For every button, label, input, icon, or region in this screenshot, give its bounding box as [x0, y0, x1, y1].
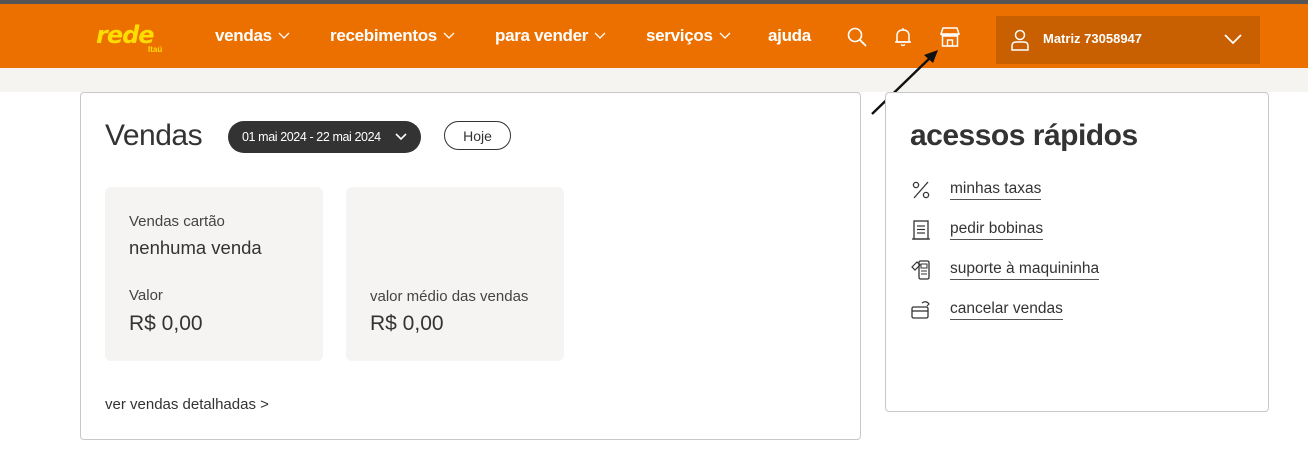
chevron-down-icon — [443, 32, 455, 39]
card-cancel-icon — [911, 301, 930, 319]
quick-access-label: suporte à maquininha — [950, 260, 1100, 280]
nav-vendas[interactable]: vendas — [215, 24, 290, 48]
card-sales-label: Vendas cartão — [129, 213, 225, 230]
user-name: Matriz 73058947 — [1043, 31, 1143, 46]
nav-para-vender-label: para vender — [495, 26, 589, 45]
bell-icon[interactable] — [892, 26, 914, 48]
quick-access-pedir-bobinas[interactable]: pedir bobinas — [910, 217, 1240, 243]
nav-recebimentos-label: recebimentos — [330, 26, 437, 45]
chevron-down-icon — [395, 133, 407, 141]
quick-access-label: cancelar vendas — [950, 300, 1063, 320]
chevron-down-icon — [719, 32, 731, 39]
logo-subtext: Itaú — [148, 45, 163, 54]
nav-ajuda[interactable]: ajuda — [768, 24, 811, 48]
quick-access-cancelar-vendas[interactable]: cancelar vendas — [910, 297, 1240, 323]
quick-access-suporte-maquininha[interactable]: suporte à maquininha — [910, 257, 1240, 283]
average-sales-box: valor médio das vendas R$ 0,00 — [346, 187, 564, 361]
average-sales-label: valor médio das vendas — [370, 288, 529, 305]
receipt-icon — [912, 220, 930, 240]
percent-icon — [912, 181, 930, 199]
chevron-down-icon — [594, 32, 606, 39]
user-icon — [1011, 29, 1029, 51]
nav-recebimentos[interactable]: recebimentos — [330, 24, 455, 48]
date-range-label: 01 mai 2024 - 22 mai 2024 — [242, 130, 381, 144]
average-sales-amount: R$ 0,00 — [370, 312, 444, 335]
search-icon[interactable] — [846, 26, 868, 48]
date-range-selector[interactable]: 01 mai 2024 - 22 mai 2024 — [228, 121, 421, 153]
logo-text: rede — [96, 21, 155, 49]
quick-access-label: pedir bobinas — [950, 220, 1044, 240]
sales-card: Vendas 01 mai 2024 - 22 mai 2024 Hoje Ve… — [80, 92, 861, 440]
card-sales-value: nenhuma venda — [129, 237, 262, 258]
today-button[interactable]: Hoje — [444, 121, 511, 150]
nav-servicos-label: serviços — [646, 26, 713, 45]
chevron-down-icon — [278, 32, 290, 39]
sales-title: Vendas — [105, 119, 203, 152]
quick-access-minhas-taxas[interactable]: minhas taxas — [910, 177, 1240, 203]
card-sales-amount: R$ 0,00 — [129, 312, 203, 335]
card-sales-box: Vendas cartão nenhuma venda Valor R$ 0,0… — [105, 187, 323, 361]
nav-vendas-label: vendas — [215, 26, 272, 45]
rede-logo[interactable]: rede Itaú — [96, 21, 166, 61]
quick-access-label: minhas taxas — [950, 180, 1042, 200]
sales-details-link[interactable]: ver vendas detalhadas > — [105, 396, 269, 413]
nav-ajuda-label: ajuda — [768, 26, 811, 45]
quick-access-card: acessos rápidos minhas taxas pedir bobin… — [885, 92, 1269, 412]
user-account-selector[interactable]: Matriz 73058947 — [996, 16, 1260, 64]
chevron-down-icon — [1224, 34, 1242, 45]
card-sales-amount-label: Valor — [129, 287, 163, 304]
quick-access-title: acessos rápidos — [910, 119, 1138, 152]
today-button-label: Hoje — [463, 127, 492, 144]
card-machine-icon — [911, 260, 930, 280]
nav-servicos[interactable]: serviços — [646, 24, 731, 48]
header-subbar — [0, 68, 1308, 92]
top-header: rede Itaú vendas recebimentos para vende… — [0, 4, 1308, 68]
nav-para-vender[interactable]: para vender — [495, 24, 606, 48]
